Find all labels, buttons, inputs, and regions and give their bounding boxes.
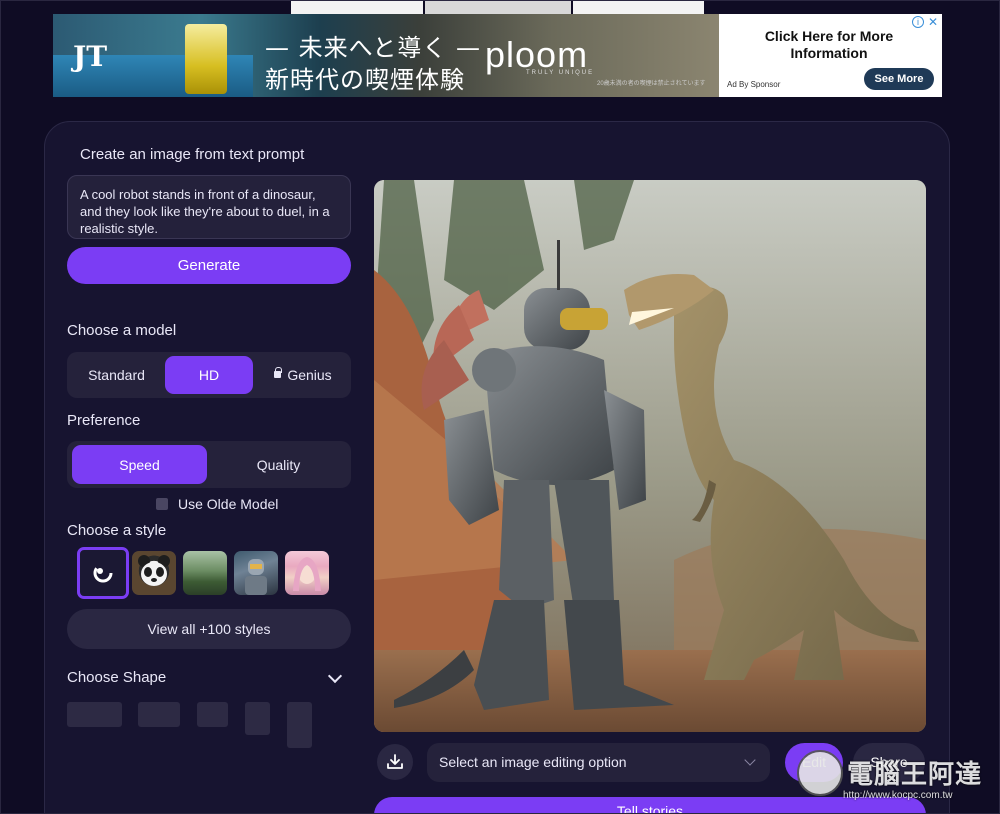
- style-label: Choose a style: [67, 522, 167, 539]
- lock-icon: [274, 366, 283, 378]
- style-panda-thumb[interactable]: [132, 551, 176, 595]
- preference-selector: Speed Quality: [67, 441, 351, 488]
- download-icon: [387, 754, 403, 769]
- preference-option-speed-label: Speed: [119, 456, 160, 473]
- ad-see-more-button[interactable]: See More: [864, 68, 934, 90]
- model-option-standard-label: Standard: [88, 367, 145, 383]
- ad-banner[interactable]: JT — 未来へと導く — 新時代の喫煙体験 ploom TRULY UNIQU…: [53, 14, 942, 97]
- old-model-label: Use Olde Model: [178, 496, 279, 512]
- ad-headline-2: 新時代の喫煙体験: [265, 66, 465, 94]
- panda-icon: [138, 555, 170, 586]
- no-style-icon: [93, 563, 113, 583]
- portrait-face-icon: [293, 557, 321, 591]
- model-option-standard[interactable]: Standard: [75, 356, 158, 394]
- ad-image[interactable]: JT — 未来へと導く — 新時代の喫煙体験 ploom TRULY UNIQU…: [53, 14, 719, 97]
- tab-fragment: [291, 0, 423, 14]
- shape-option-landscape[interactable]: [138, 702, 180, 727]
- ad-cta-text[interactable]: Click Here for More Information: [729, 28, 929, 62]
- preference-option-quality[interactable]: Quality: [211, 445, 346, 484]
- shape-option-tall[interactable]: [287, 702, 312, 748]
- download-button[interactable]: [377, 744, 413, 780]
- page-title: Create an image from text prompt: [80, 146, 305, 163]
- shape-label: Choose Shape: [67, 669, 167, 686]
- ad-close-icon[interactable]: ✕: [928, 15, 938, 29]
- ad-info-icon[interactable]: i: [912, 16, 924, 28]
- old-model-checkbox[interactable]: [156, 498, 168, 510]
- tab-fragment: [425, 0, 571, 14]
- ad-sponsor-label: Ad By Sponsor: [727, 80, 781, 89]
- tab-fragment: [573, 0, 704, 14]
- ad-side-panel[interactable]: Click Here for More Information Ad By Sp…: [719, 14, 942, 97]
- browser-top-strip: [0, 0, 1000, 14]
- image-edit-select-value: Select an image editing option: [439, 754, 627, 770]
- ad-drink-graphic: [185, 24, 227, 94]
- model-option-genius-label: Genius: [287, 367, 332, 383]
- robot-dinosaur-illustration: [374, 180, 926, 732]
- model-option-genius[interactable]: Genius: [263, 356, 343, 394]
- style-robot-thumb[interactable]: [234, 551, 278, 595]
- model-label: Choose a model: [67, 322, 177, 339]
- style-landscape-thumb[interactable]: [183, 551, 227, 595]
- shape-option-square[interactable]: [197, 702, 228, 727]
- generated-image[interactable]: [374, 180, 926, 732]
- preference-label: Preference: [67, 412, 141, 429]
- view-all-styles-button[interactable]: View all +100 styles: [67, 609, 351, 649]
- style-none-thumb[interactable]: [77, 547, 129, 599]
- preference-option-speed[interactable]: Speed: [72, 445, 207, 484]
- style-portrait-thumb[interactable]: [285, 551, 329, 595]
- chevron-down-icon: [744, 754, 756, 766]
- ad-logo: JT: [73, 40, 108, 73]
- model-selector: Standard HD Genius: [67, 352, 351, 398]
- image-edit-select[interactable]: Select an image editing option: [427, 743, 770, 782]
- ad-brand-tagline: TRULY UNIQUE: [526, 70, 595, 76]
- shape-option-portrait[interactable]: [245, 702, 270, 735]
- share-button[interactable]: Share: [853, 743, 925, 782]
- ad-headline-1: — 未来へと導く —: [265, 34, 482, 62]
- robot-face-icon: [245, 559, 267, 595]
- edit-button[interactable]: Edit: [785, 743, 843, 782]
- shape-option-wide[interactable]: [67, 702, 122, 727]
- tell-stories-button[interactable]: Tell stories: [374, 797, 926, 814]
- prompt-input[interactable]: A cool robot stands in front of a dinosa…: [67, 175, 351, 239]
- model-option-hd-label: HD: [198, 367, 220, 383]
- ad-fine-print: 20歳未満の者の喫煙は禁止されています: [597, 81, 706, 87]
- model-option-hd[interactable]: HD: [165, 356, 253, 394]
- preference-option-quality-label: Quality: [256, 456, 301, 473]
- generate-button[interactable]: Generate: [67, 247, 351, 284]
